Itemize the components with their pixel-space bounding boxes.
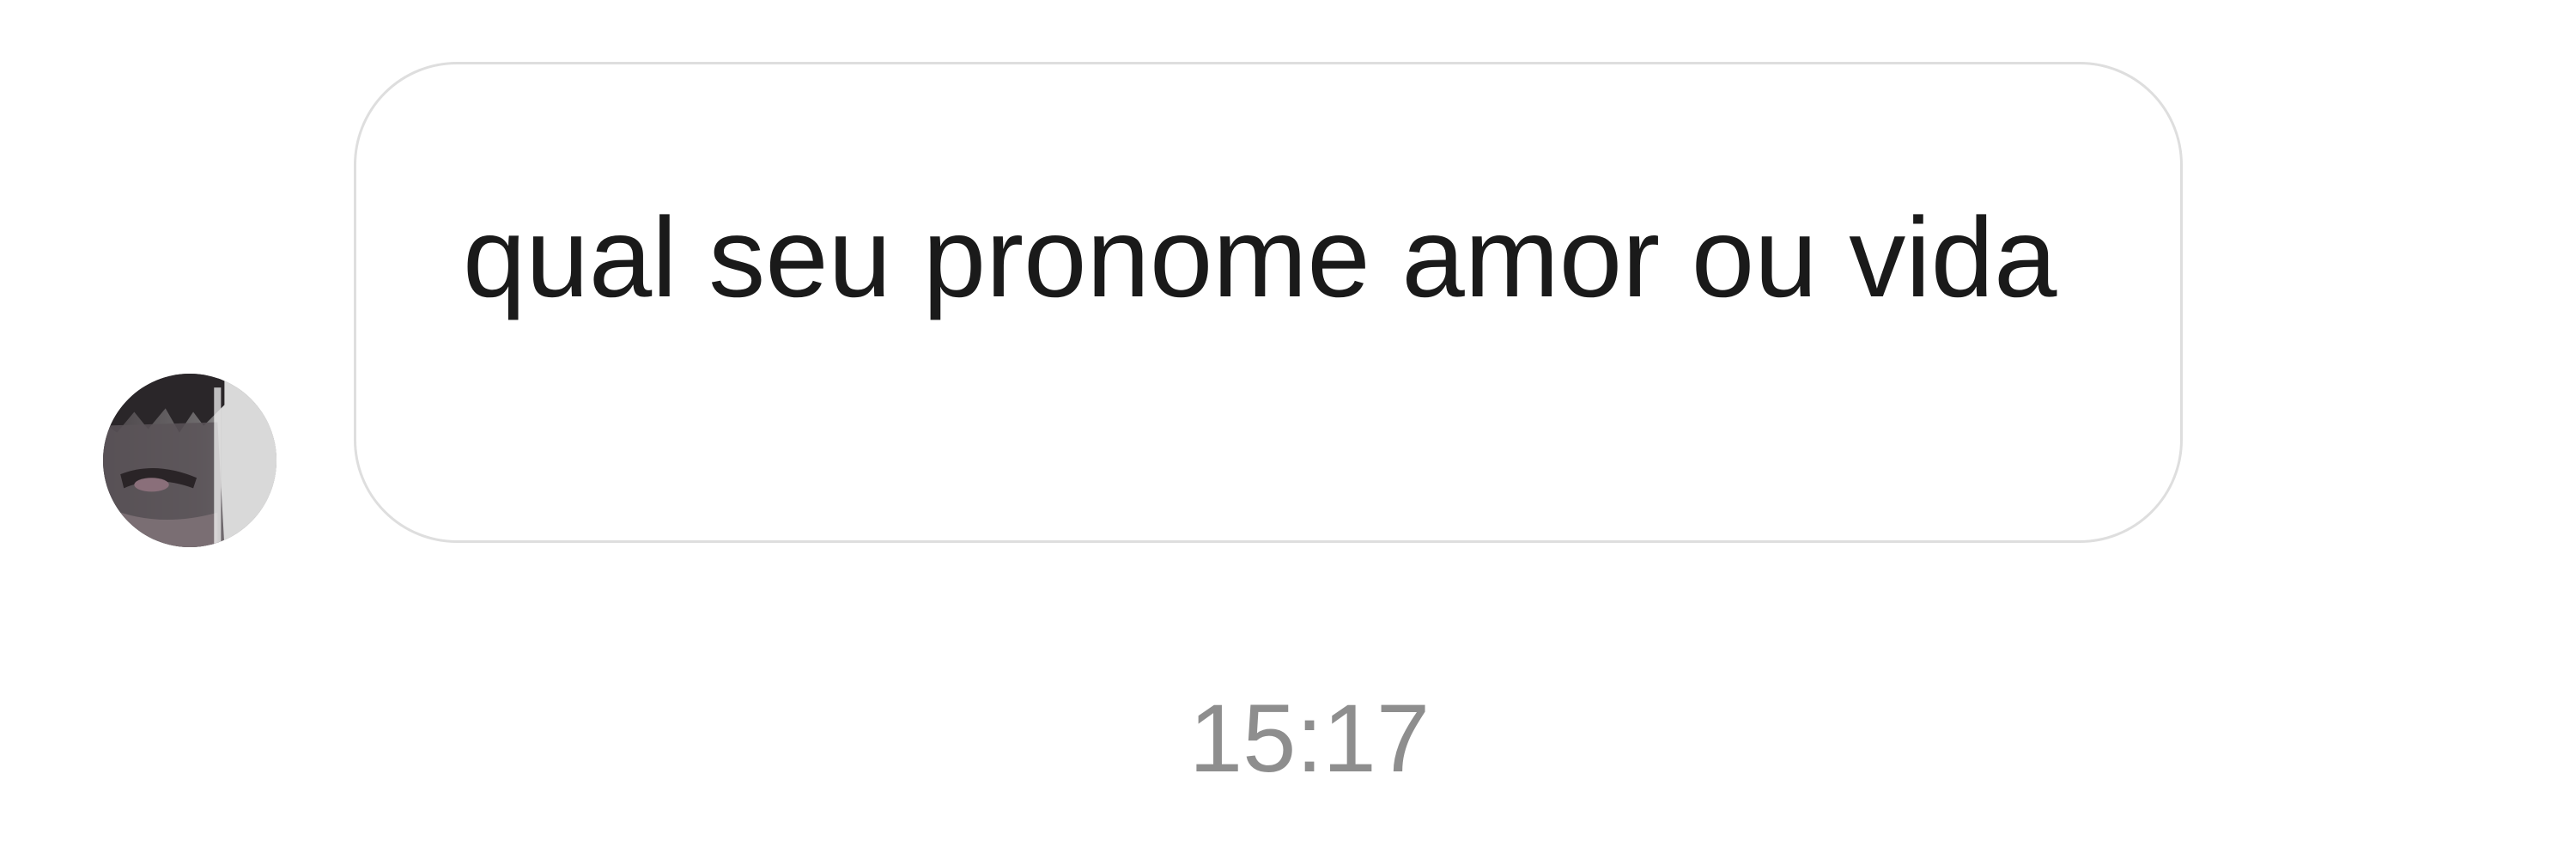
message-timestamp: 15:17 [1188,685,1431,792]
message-bubble[interactable]: qual seu pronome amor ou vida [354,62,2183,543]
chat-thread: qual seu pronome amor ou vida 15:17 [0,0,2576,859]
avatar-photo [103,374,276,547]
message-text: qual seu pronome amor ou vida [463,194,2057,320]
sender-avatar-icon[interactable] [103,374,276,547]
